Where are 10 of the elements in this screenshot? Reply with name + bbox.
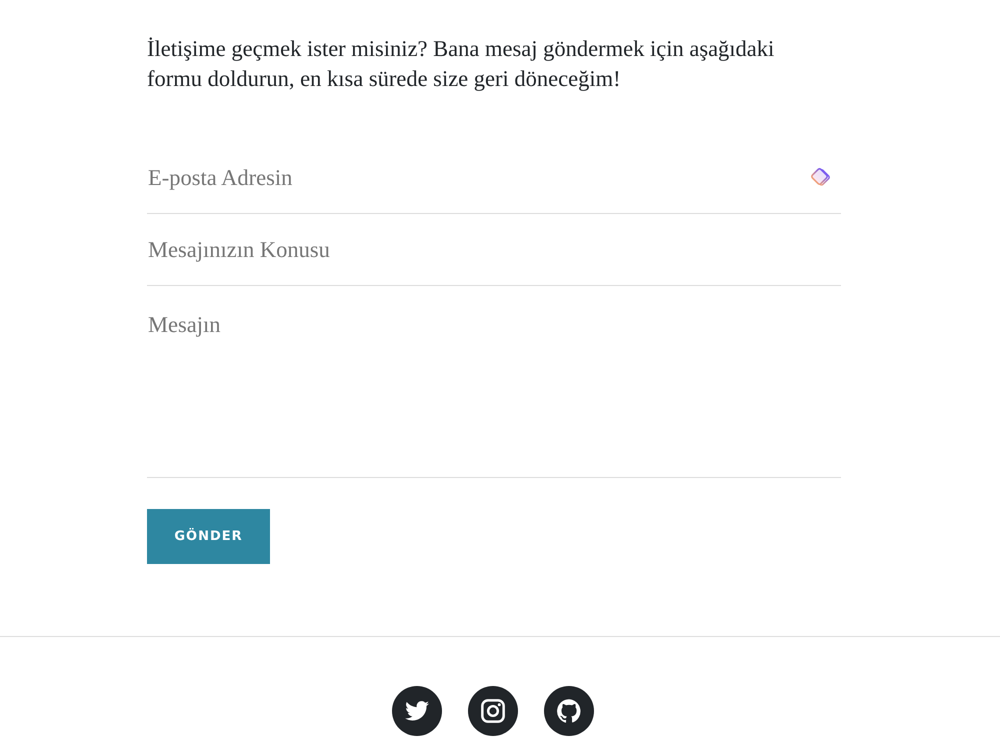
social-link[interactable] — [468, 686, 518, 736]
bird-icon — [405, 699, 429, 723]
textarea-field[interactable]: Mesajın — [147, 286, 841, 478]
input-field[interactable]: Mesajınızın Konusu — [147, 214, 841, 286]
cat-icon — [557, 699, 581, 723]
social-link[interactable] — [392, 686, 442, 736]
intro-paragraph: İletişime geçmek ister misiniz? Bana mesaj göndermek için aşağıdaki formu doldurun, en kısa sürede size geri döneceğim! — [147, 35, 776, 93]
submit-button[interactable]: GÖNDER — [147, 509, 270, 564]
camera-icon — [481, 699, 505, 723]
social-link[interactable] — [544, 686, 594, 736]
